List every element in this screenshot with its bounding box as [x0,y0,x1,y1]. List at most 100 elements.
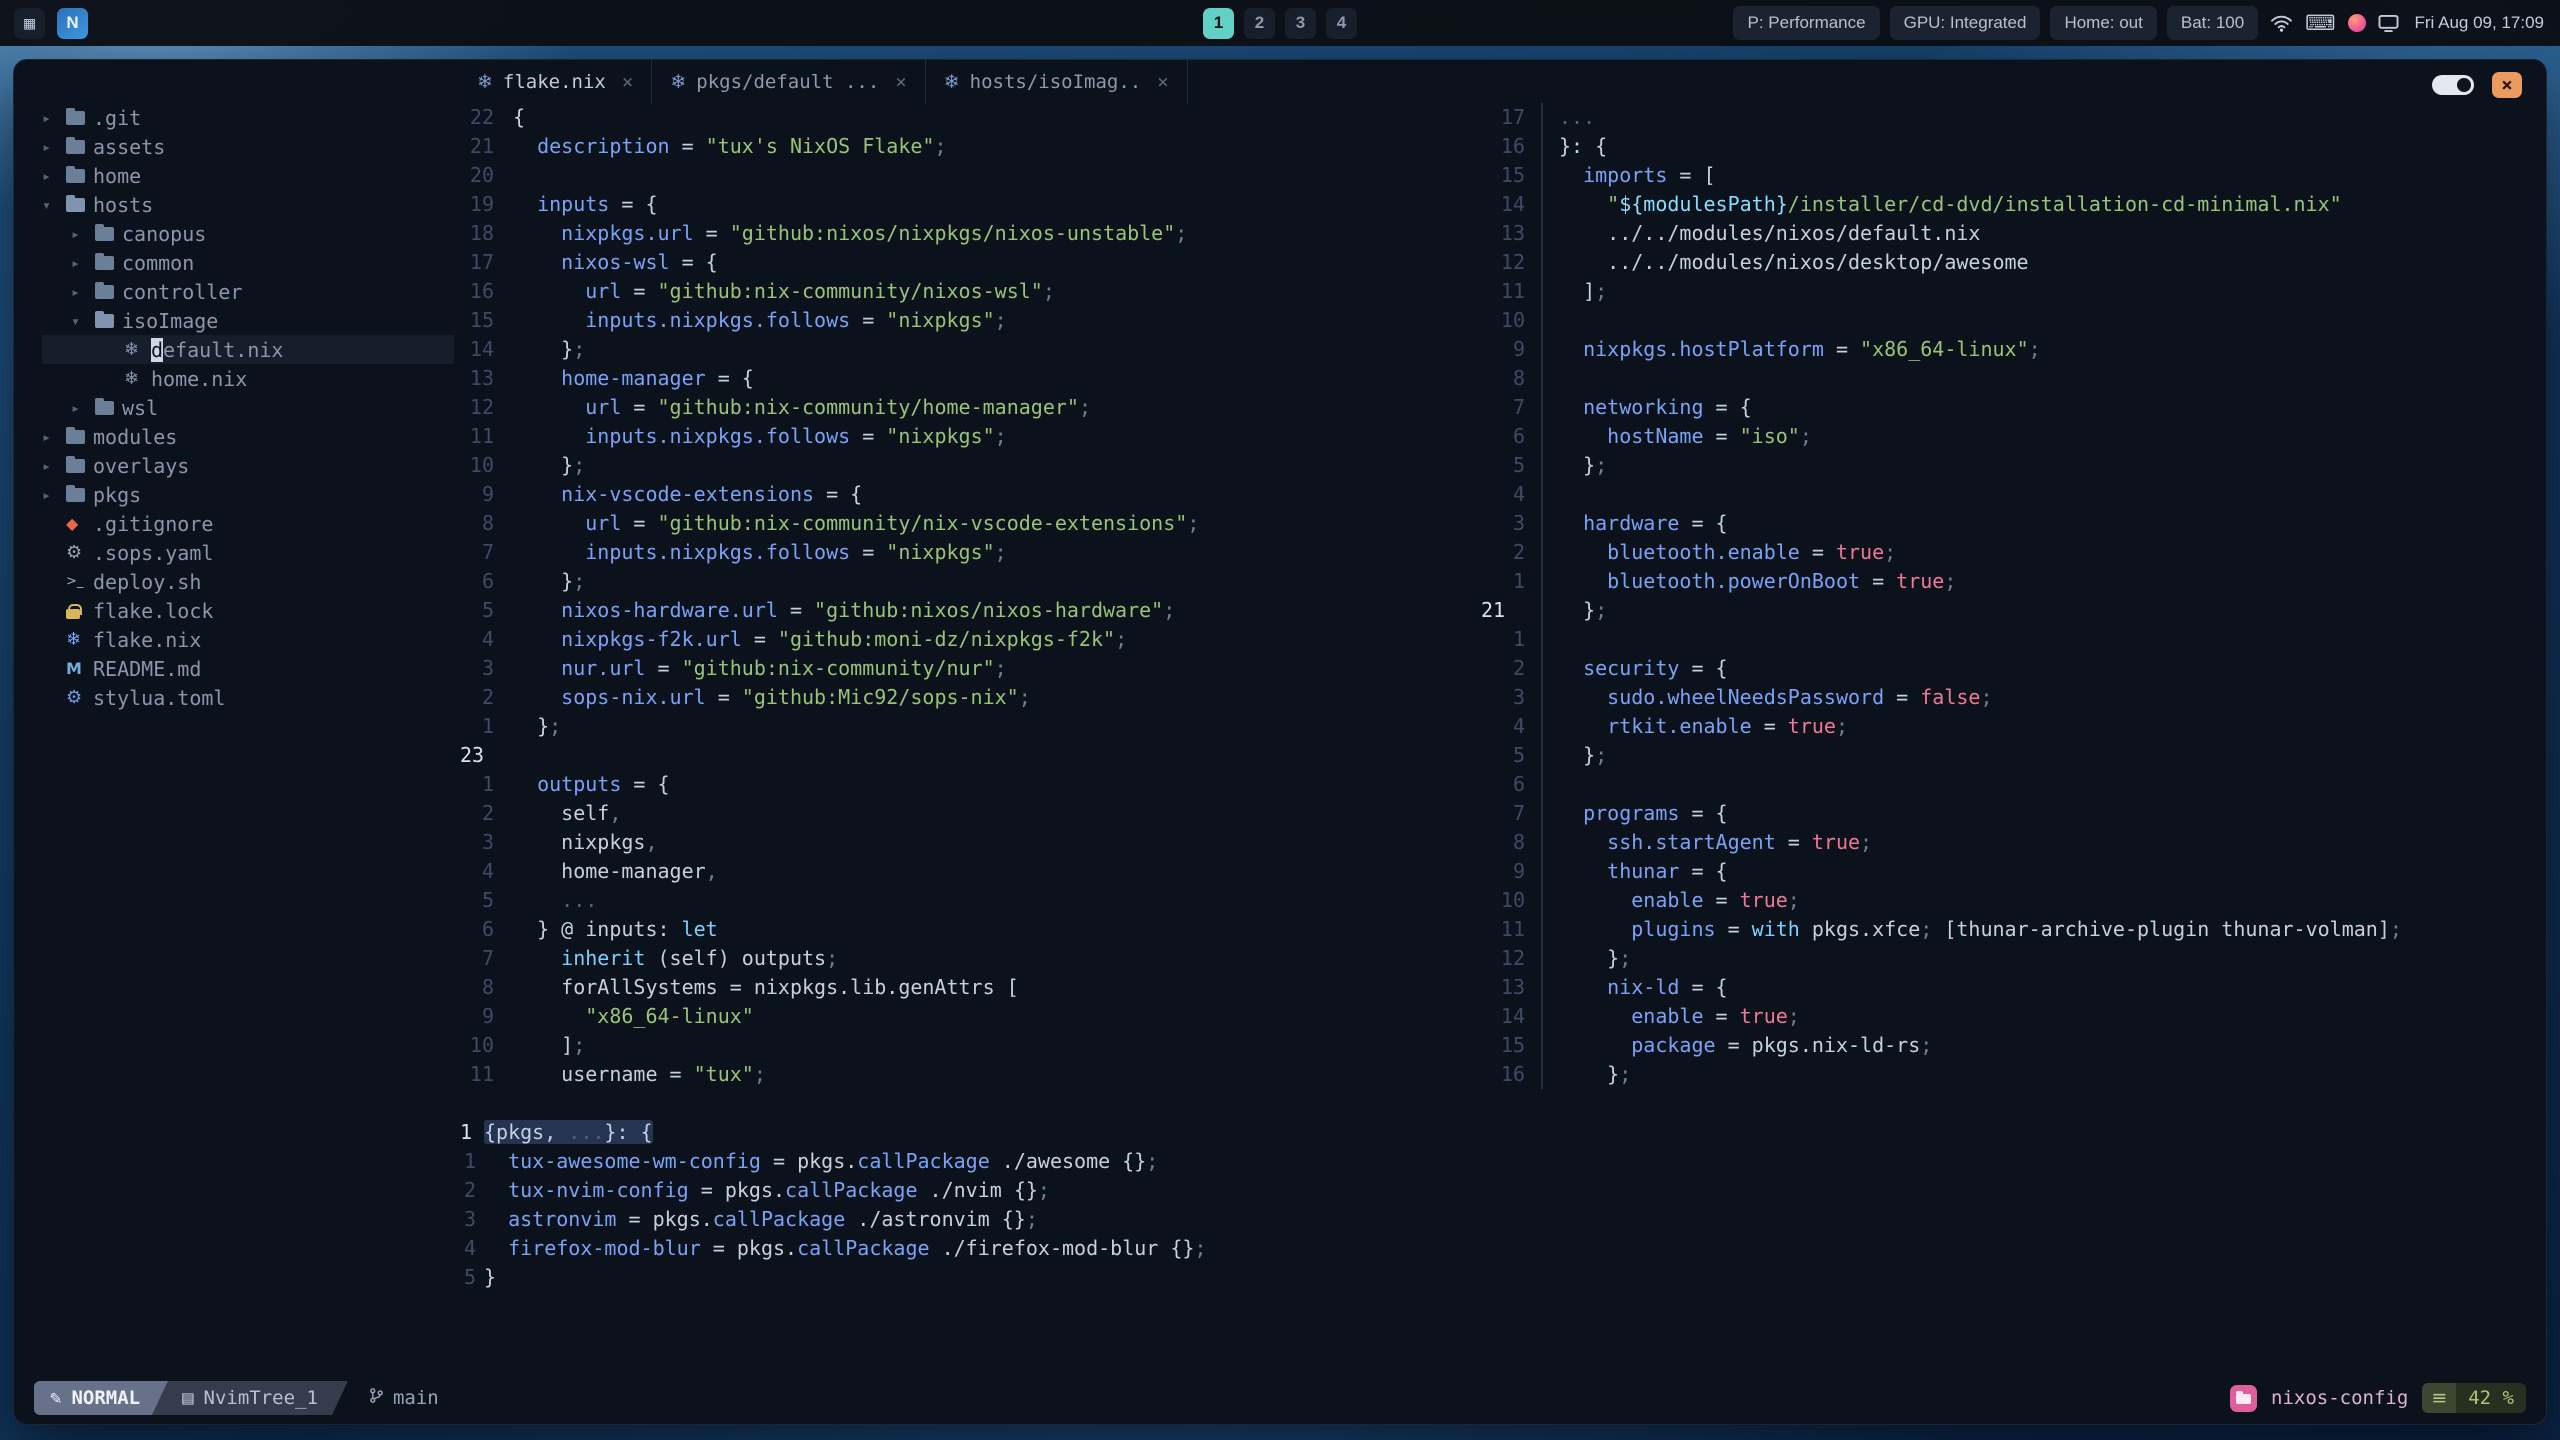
code-line[interactable]: 1 bluetooth.powerOnBoot = true; [1479,567,2529,596]
chevron-right-icon[interactable]: ▸ [42,138,66,156]
tree-item-common[interactable]: ▸ common [42,248,454,277]
workspace-4[interactable]: 4 [1326,7,1357,39]
code-line[interactable]: 11 username = "tux"; [458,1060,1458,1089]
code-line[interactable]: 4 home-manager, [458,857,1458,886]
keyboard-icon[interactable]: ⌨ [2305,11,2335,35]
code-line[interactable]: 4 nixpkgs-f2k.url = "github:moni-dz/nixp… [458,625,1458,654]
code-line[interactable]: 7 networking = { [1479,393,2529,422]
code-line[interactable]: 15 imports = [ [1479,161,2529,190]
code-line[interactable]: 20 [458,161,1458,190]
code-line[interactable]: 21 description = "tux's NixOS Flake"; [458,132,1458,161]
tree-item-wsl[interactable]: ▸ wsl [42,393,454,422]
code-line[interactable]: 12 }; [1479,944,2529,973]
code-line[interactable]: 16}: { [1479,132,2529,161]
chevron-right-icon[interactable]: ▸ [42,486,66,504]
code-line[interactable]: 23 [458,741,1458,770]
code-line[interactable]: 7 inherit (self) outputs; [458,944,1458,973]
code-line[interactable]: 6 [1479,770,2529,799]
code-line[interactable]: 10 ]; [458,1031,1458,1060]
code-line[interactable]: 10 enable = true; [1479,886,2529,915]
code-line[interactable]: 3 sudo.wheelNeedsPassword = false; [1479,683,2529,712]
wifi-icon[interactable] [2270,14,2293,33]
tree-item-canopus[interactable]: ▸ canopus [42,219,454,248]
apps-icon[interactable]: ▦ [14,7,45,39]
code-line[interactable]: 11 ]; [1479,277,2529,306]
tree-item-controller[interactable]: ▸ controller [42,277,454,306]
code-line[interactable]: 8 ssh.startAgent = true; [1479,828,2529,857]
code-line[interactable]: 6 hostName = "iso"; [1479,422,2529,451]
close-tab-icon[interactable]: × [1157,71,1168,93]
tree-item-deploy.sh[interactable]: >_ deploy.sh [42,567,454,596]
code-line[interactable]: 5 }; [1479,741,2529,770]
code-line[interactable]: 2 sops-nix.url = "github:Mic92/sops-nix"… [458,683,1458,712]
code-line[interactable]: 3 nur.url = "github:nix-community/nur"; [458,654,1458,683]
tree-item-assets[interactable]: ▸ assets [42,132,454,161]
chevron-right-icon[interactable]: ▸ [71,254,95,272]
chevron-right-icon[interactable]: ▸ [42,167,66,185]
code-line[interactable]: 6 } @ inputs: let [458,915,1458,944]
code-line[interactable]: 3 nixpkgs, [458,828,1458,857]
code-line[interactable]: 9 "x86_64-linux" [458,1002,1458,1031]
workspace-3[interactable]: 3 [1285,7,1316,39]
code-line[interactable]: 4 rtkit.enable = true; [1479,712,2529,741]
code-line[interactable]: 14 }; [458,335,1458,364]
code-line[interactable]: 18 nixpkgs.url = "github:nixos/nixpkgs/n… [458,219,1458,248]
code-line[interactable]: 8 url = "github:nix-community/nix-vscode… [458,509,1458,538]
code-line[interactable]: 13 ../../modules/nixos/default.nix [1479,219,2529,248]
code-line[interactable]: 19 inputs = { [458,190,1458,219]
chevron-down-icon[interactable]: ▾ [71,312,95,330]
code-line[interactable]: 9 nixpkgs.hostPlatform = "x86_64-linux"; [1479,335,2529,364]
tree-item-isoImage[interactable]: ▾ isoImage [42,306,454,335]
code-line[interactable]: 1 {pkgs, ...}: { [458,1118,2528,1147]
code-line[interactable]: 8 forAllSystems = nixpkgs.lib.genAttrs [ [458,973,1458,1002]
tree-item-modules[interactable]: ▸ modules [42,422,454,451]
workspace-1[interactable]: 1 [1203,7,1234,39]
code-line[interactable]: 7 inputs.nixpkgs.follows = "nixpkgs"; [458,538,1458,567]
editor-iso-image[interactable]: 17... 16}: {15 imports = [14 "${modulesPa… [1479,103,2529,1089]
chevron-right-icon[interactable]: ▸ [71,225,95,243]
code-line[interactable]: 4 [1479,480,2529,509]
code-line[interactable]: 9 nix-vscode-extensions = { [458,480,1458,509]
code-line[interactable]: 6 }; [458,567,1458,596]
tab-pkgs-default-...[interactable]: ❄ pkgs/default ... × [652,60,926,104]
window-close-button[interactable]: × [2492,72,2522,98]
code-line[interactable]: 1 [1479,625,2529,654]
code-line[interactable]: 2 bluetooth.enable = true; [1479,538,2529,567]
tree-item-default.nix[interactable]: ❄ default.nix [42,335,454,364]
code-line[interactable]: 2 security = { [1479,654,2529,683]
display-icon[interactable] [2378,14,2399,33]
code-line[interactable]: 10 }; [458,451,1458,480]
code-line[interactable]: 22 { [458,103,1458,132]
chevron-right-icon[interactable]: ▸ [42,428,66,446]
code-line[interactable]: 7 programs = { [1479,799,2529,828]
tab-flake.nix[interactable]: ❄ flake.nix × [458,60,653,104]
workspace-2[interactable]: 2 [1244,7,1275,39]
tree-item-README.md[interactable]: M README.md [42,654,454,683]
tree-item-stylua.toml[interactable]: ⚙ stylua.toml [42,683,454,712]
tree-item-.gitignore[interactable]: ◆ .gitignore [42,509,454,538]
code-line[interactable]: 12 ../../modules/nixos/desktop/awesome [1479,248,2529,277]
close-tab-icon[interactable]: × [622,71,633,93]
tree-item-home.nix[interactable]: ❄ home.nix [42,364,454,393]
code-line[interactable]: 13 home-manager = { [458,364,1458,393]
launcher-icon[interactable]: N [57,7,88,39]
tree-item-.sops.yaml[interactable]: ⚙ .sops.yaml [42,538,454,567]
tree-item-flake.lock[interactable]: flake.lock [42,596,454,625]
code-line[interactable]: 2 self, [458,799,1458,828]
code-line[interactable]: 17 nixos-wsl = { [458,248,1458,277]
indicator-dot-icon[interactable] [2347,14,2366,32]
code-line[interactable]: 5 }; [1479,451,2529,480]
code-line[interactable]: 1 tux-awesome-wm-config = pkgs.callPacka… [458,1147,2528,1176]
code-line[interactable]: 21 }; [1479,596,2529,625]
chevron-right-icon[interactable]: ▸ [71,283,95,301]
tree-item-overlays[interactable]: ▸ overlays [42,451,454,480]
code-line[interactable]: 2 tux-nvim-config = pkgs.callPackage ./n… [458,1176,2528,1205]
chevron-right-icon[interactable]: ▸ [42,109,66,127]
code-line[interactable]: 14 enable = true; [1479,1002,2529,1031]
code-line[interactable]: 13 nix-ld = { [1479,973,2529,1002]
code-line[interactable]: 12 url = "github:nix-community/home-mana… [458,393,1458,422]
code-line[interactable]: 4 firefox-mod-blur = pkgs.callPackage ./… [458,1234,2528,1263]
close-tab-icon[interactable]: × [895,71,906,93]
code-line[interactable]: 14 "${modulesPath}/installer/cd-dvd/inst… [1479,190,2529,219]
code-line[interactable]: 5} [458,1263,2528,1292]
